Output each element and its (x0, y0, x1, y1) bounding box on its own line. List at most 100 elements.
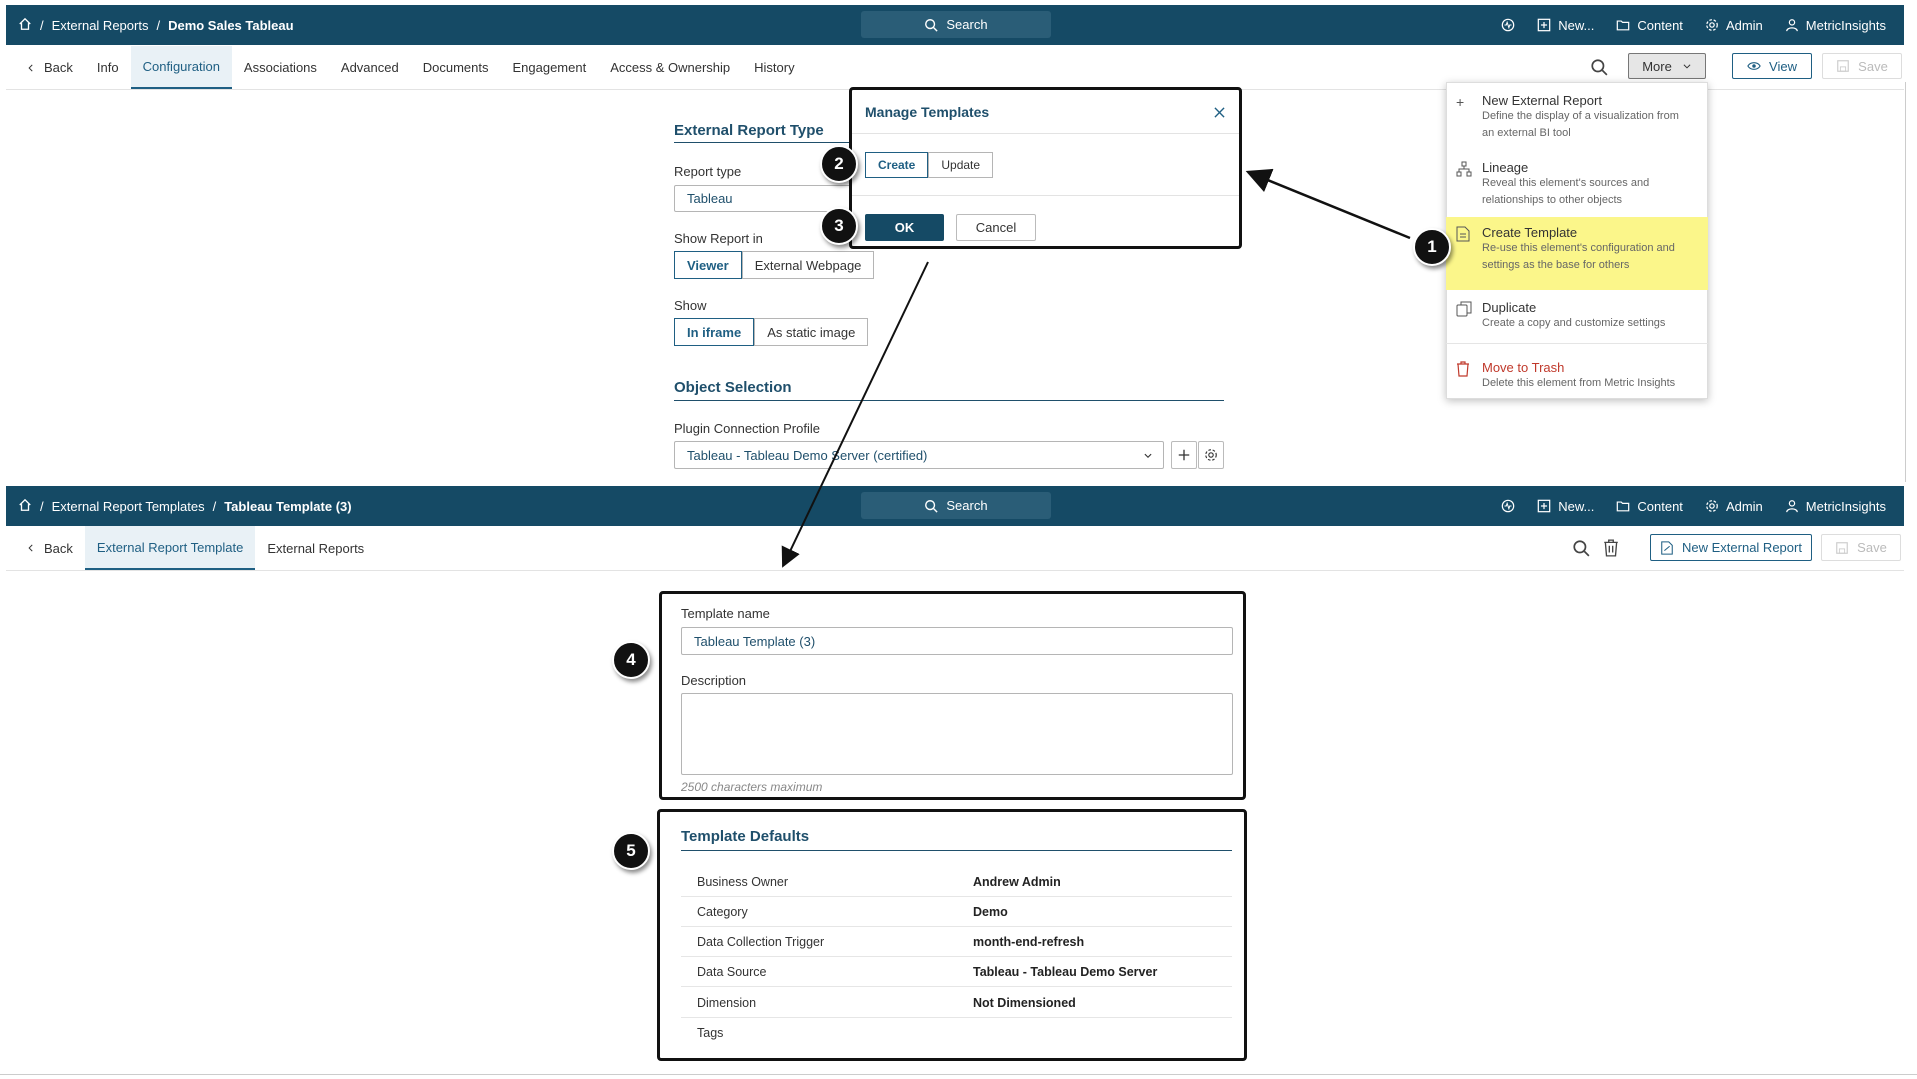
object-selection-title: Object Selection (674, 379, 792, 396)
new-report-icon (1661, 540, 1673, 555)
folder-icon (1617, 501, 1630, 512)
admin-label: Admin (1725, 498, 1763, 514)
search-box[interactable]: Search (861, 492, 1051, 519)
tab-documents[interactable]: Documents (411, 46, 501, 89)
menu-item-desc: Create a copy and customize settings (1482, 317, 1666, 329)
trash-icon (1457, 361, 1469, 377)
create-option[interactable]: Create (865, 152, 929, 178)
menu-item-desc: settings as the base for others (1482, 259, 1630, 271)
row-key: Dimension (697, 996, 757, 1010)
plus-icon: + (1456, 94, 1465, 110)
search-icon (925, 18, 939, 32)
user-label: MetricInsights (1805, 17, 1886, 33)
menu-item-title: Lineage (1482, 160, 1529, 175)
arrow-to-dialog (1245, 168, 1411, 240)
save-button[interactable]: Save (1821, 534, 1901, 561)
report-type-label: Report type (674, 164, 742, 179)
breadcrumb-external-reports[interactable]: External Reports (52, 18, 149, 33)
new-external-report-button[interactable]: New External Report (1650, 534, 1812, 561)
page-divider (0, 1074, 1917, 1075)
content-label: Content (1637, 17, 1683, 33)
search-box[interactable]: Search (861, 11, 1051, 38)
tab-external-reports[interactable]: External Reports (255, 526, 376, 570)
tab-access-ownership[interactable]: Access & Ownership (598, 46, 742, 89)
ok-button[interactable]: OK (865, 214, 944, 241)
tab-engagement[interactable]: Engagement (500, 46, 598, 89)
breadcrumb: / External Report Templates / Tableau Te… (6, 498, 352, 515)
back-button[interactable]: Back (6, 46, 85, 89)
menu-item-title: Duplicate (1482, 300, 1537, 315)
content-button[interactable]: Content (1616, 18, 1683, 33)
tab-associations[interactable]: Associations (232, 46, 329, 89)
search-icon[interactable] (1572, 539, 1590, 557)
callout-5: 5 (612, 832, 650, 870)
back-label: Back (44, 60, 73, 75)
update-option[interactable]: Update (928, 152, 994, 178)
back-button[interactable]: Back (6, 526, 85, 570)
row-key: Data Collection Trigger (697, 935, 825, 949)
top-header: / External Reports / Demo Sales Tableau … (6, 5, 1904, 45)
viewer-option[interactable]: Viewer (674, 251, 742, 279)
admin-button[interactable]: Admin (1705, 499, 1763, 514)
description-textarea[interactable] (681, 693, 1233, 775)
section-divider (674, 400, 1224, 401)
new-button[interactable]: New... (1537, 18, 1594, 33)
menu-item-duplicate[interactable]: Duplicate Create a copy and customize se… (1446, 292, 1708, 340)
tab-external-report-template[interactable]: External Report Template (84, 526, 256, 570)
breadcrumb-current: Tableau Template (3) (224, 498, 352, 514)
home-icon[interactable] (18, 498, 32, 515)
row-value: Tableau - Tableau Demo Server (973, 965, 1158, 979)
activity-button[interactable] (1501, 18, 1515, 32)
tab-history[interactable]: History (742, 46, 806, 89)
add-profile-button[interactable] (1171, 441, 1197, 469)
show-toggle: In iframe As static image (674, 318, 869, 346)
close-icon[interactable] (1214, 107, 1225, 118)
activity-button[interactable] (1501, 499, 1515, 513)
search-icon (925, 499, 939, 513)
external-report-type-title: External Report Type (674, 122, 824, 139)
row-value: Andrew Admin (973, 875, 1061, 889)
menu-item-move-to-trash[interactable]: Move to Trash Delete this element from M… (1446, 352, 1708, 400)
breadcrumb-separator: / (40, 498, 44, 514)
admin-button[interactable]: Admin (1705, 18, 1763, 33)
in-iframe-option[interactable]: In iframe (674, 318, 755, 346)
row-key: Category (697, 905, 748, 919)
search-icon[interactable] (1590, 58, 1608, 76)
menu-item-desc: relationships to other objects (1482, 194, 1623, 206)
view-button[interactable]: View (1732, 53, 1812, 79)
home-icon[interactable] (18, 17, 32, 34)
report-type-select[interactable]: Tableau (674, 185, 854, 212)
section-divider (681, 850, 1232, 851)
menu-item-lineage[interactable]: Lineage Reveal this element's sources an… (1446, 152, 1708, 217)
breadcrumb-external-report-templates[interactable]: External Report Templates (52, 499, 205, 514)
tab-info[interactable]: Info (85, 46, 131, 89)
more-label: More (1642, 58, 1672, 74)
cancel-button[interactable]: Cancel (956, 214, 1036, 241)
save-label: Save (1857, 540, 1887, 555)
admin-label: Admin (1725, 17, 1763, 33)
tab-configuration[interactable]: Configuration (130, 46, 232, 89)
template-name-label: Template name (681, 606, 770, 621)
save-button[interactable]: Save (1822, 53, 1902, 79)
content-button[interactable]: Content (1616, 499, 1683, 514)
user-menu[interactable]: MetricInsights (1785, 18, 1886, 33)
trash-icon[interactable] (1603, 539, 1619, 557)
new-button[interactable]: New... (1537, 499, 1594, 514)
description-label: Description (681, 673, 747, 688)
user-menu[interactable]: MetricInsights (1785, 499, 1886, 514)
tab-advanced[interactable]: Advanced (329, 46, 411, 89)
menu-item-create-template[interactable]: Create Template Re-use this element's co… (1446, 217, 1708, 290)
profile-settings-button[interactable] (1198, 441, 1224, 469)
external-webpage-option[interactable]: External Webpage (741, 251, 875, 279)
gear-icon (1205, 449, 1217, 461)
menu-item-new-external-report[interactable]: + New External Report Define the display… (1446, 85, 1708, 150)
more-button[interactable]: More (1628, 53, 1706, 79)
template-name-input[interactable]: Tableau Template (3) (681, 627, 1233, 655)
static-image-option[interactable]: As static image (754, 318, 869, 346)
lineage-icon (1456, 161, 1472, 177)
template-icon (1456, 226, 1470, 242)
back-label: Back (44, 540, 73, 556)
scrollbar-track[interactable] (1905, 82, 1906, 482)
plugin-profile-select[interactable]: Tableau - Tableau Demo Server (certified… (674, 441, 1164, 469)
callout-4: 4 (612, 641, 650, 679)
